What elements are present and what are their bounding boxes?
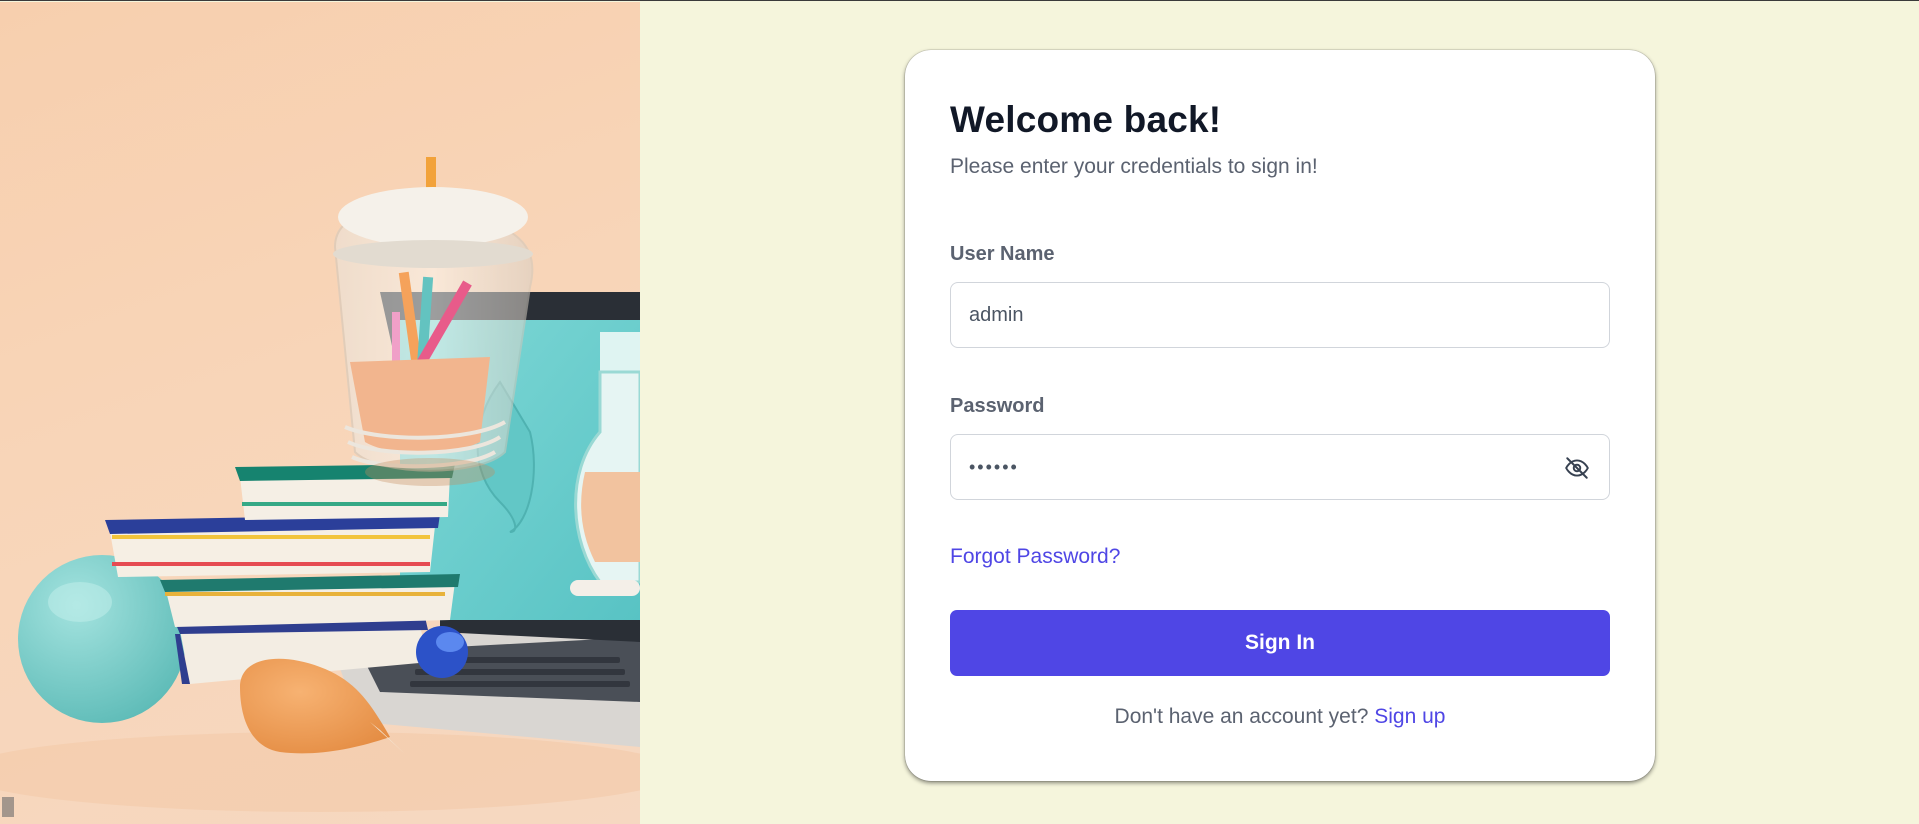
page-subtitle: Please enter your credentials to sign in… (950, 155, 1318, 178)
hero-illustration (0, 2, 640, 824)
username-label: User Name (950, 243, 1055, 265)
eye-off-icon[interactable] (1563, 455, 1591, 481)
forgot-password-link[interactable]: Forgot Password? (950, 544, 1120, 570)
password-label: Password (950, 395, 1045, 417)
page-title: Welcome back! (950, 99, 1222, 140)
username-field-wrapper (950, 282, 1610, 348)
login-pane: Welcome back! Please enter your credenti… (640, 2, 1919, 824)
password-field-wrapper (950, 434, 1610, 500)
login-card: Welcome back! Please enter your credenti… (905, 50, 1655, 781)
username-input[interactable] (951, 283, 1609, 347)
password-input[interactable] (951, 435, 1609, 499)
signup-prompt: Don't have an account yet? Sign up (950, 704, 1610, 730)
sign-in-button[interactable]: Sign In (950, 610, 1610, 676)
study-desk-illustration (0, 157, 640, 817)
no-account-text: Don't have an account yet? (1114, 705, 1369, 728)
sign-up-link[interactable]: Sign up (1374, 705, 1445, 728)
